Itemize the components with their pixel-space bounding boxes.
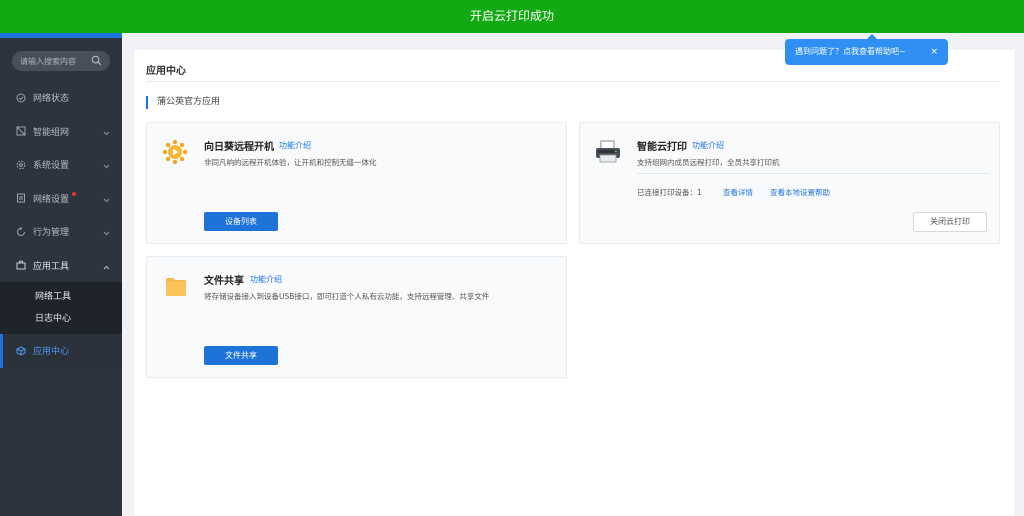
sidebar-item-label: 智能组网: [33, 127, 70, 138]
sidebar-item-network-settings[interactable]: 网络设置: [0, 182, 122, 216]
printer-icon: [594, 140, 622, 167]
sidebar-item-label: 网络状态: [33, 94, 70, 105]
cube-icon: [16, 346, 26, 356]
view-details-link[interactable]: 查看详情: [723, 187, 753, 198]
sidebar-item-system-settings[interactable]: 系统设置: [0, 148, 122, 182]
app-tools-submenu: 网络工具 日志中心: [0, 282, 122, 334]
page-title: 应用中心: [146, 66, 186, 77]
card-title: 向日葵远程开机: [204, 142, 274, 153]
feature-intro-link[interactable]: 功能介绍: [692, 140, 724, 151]
chevron-up-icon: [103, 263, 110, 273]
chevron-down-icon: [103, 129, 110, 139]
submenu-item-network-tools[interactable]: 网络工具: [0, 286, 122, 308]
folder-icon: [165, 277, 187, 300]
card-description: 将存储设备接入到设备USB接口，即可打造个人私有云功能，支持远程管理、共享文件: [204, 292, 490, 301]
success-message: 开启云打印成功: [469, 9, 554, 23]
card-title: 智能云打印: [637, 142, 687, 153]
sidebar-item-smart-networking[interactable]: 智能组网: [0, 115, 122, 149]
sidebar-item-behavior-management[interactable]: 行为管理: [0, 215, 122, 249]
refresh-icon: [16, 226, 26, 237]
toolbox-icon: [16, 260, 26, 270]
sidebar-item-label: 行为管理: [33, 228, 70, 239]
success-notification-bar: 开启云打印成功: [0, 0, 1024, 33]
tooltip-close-icon[interactable]: ×: [930, 39, 938, 65]
app-card-cloud-print: 智能云打印 功能介绍 支持组网内成员远程打印，全员共享打印机 已连接打印设备：1…: [579, 122, 1000, 244]
title-divider: [146, 81, 1000, 82]
card-divider: [637, 173, 990, 174]
main-content: 应用中心 蒲公英官方应用 向日葵远程开机 功能介绍 非同凡响的远程开机体验，让开…: [134, 50, 1014, 516]
sidebar-accent-bar: [0, 33, 122, 38]
submenu-item-log-center[interactable]: 日志中心: [0, 308, 122, 330]
sidebar-search[interactable]: [12, 51, 110, 71]
sidebar-item-label: 应用中心: [33, 347, 70, 358]
document-icon: [16, 193, 26, 203]
chevron-down-icon: [103, 196, 110, 206]
card-title: 文件共享: [204, 276, 244, 287]
sidebar: 网络状态 智能组网 系统设置 网络设置 行为管理 应用工具 网络工具 日志中心 …: [0, 33, 122, 516]
sidebar-item-label: 应用工具: [33, 261, 70, 272]
shield-icon: [16, 93, 26, 103]
sidebar-item-app-center[interactable]: 应用中心: [0, 334, 122, 368]
network-icon: [16, 126, 26, 136]
sidebar-item-app-tools[interactable]: 应用工具: [0, 249, 122, 283]
gear-icon: [16, 160, 26, 170]
notification-dot: [72, 191, 76, 196]
app-card-file-share: 文件共享 功能介绍 将存储设备接入到设备USB接口，即可打造个人私有云功能，支持…: [146, 256, 567, 378]
help-tooltip-text[interactable]: 遇到问题了？点我查看帮助吧~: [795, 47, 906, 56]
card-description: 支持组网内成员远程打印，全员共享打印机: [637, 158, 780, 167]
help-tooltip[interactable]: 遇到问题了？点我查看帮助吧~ ×: [785, 34, 948, 65]
sidebar-item-label: 网络设置: [33, 194, 70, 205]
chevron-down-icon: [103, 229, 110, 239]
search-icon[interactable]: [91, 55, 102, 69]
device-list-button[interactable]: 设备列表: [204, 212, 278, 231]
sidebar-item-network-status[interactable]: 网络状态: [0, 81, 122, 115]
card-description: 非同凡响的远程开机体验，让开机和控制无缝一体化: [204, 158, 377, 167]
section-title: 蒲公英官方应用: [146, 96, 220, 109]
search-input[interactable]: [12, 51, 92, 71]
feature-intro-link[interactable]: 功能介绍: [279, 140, 311, 151]
chevron-down-icon: [103, 162, 110, 172]
sunflower-icon: [162, 139, 188, 168]
file-share-button[interactable]: 文件共享: [204, 346, 278, 365]
sidebar-item-label: 系统设置: [33, 161, 70, 172]
connected-printers-count: 已连接打印设备：1: [637, 188, 702, 197]
disable-cloud-print-button[interactable]: 关闭云打印: [913, 212, 987, 232]
tooltip-arrow: [867, 34, 877, 39]
feature-intro-link[interactable]: 功能介绍: [250, 274, 282, 285]
local-setup-help-link[interactable]: 查看本地设置帮助: [770, 187, 830, 198]
app-card-remote-boot: 向日葵远程开机 功能介绍 非同凡响的远程开机体验，让开机和控制无缝一体化 设备列…: [146, 122, 567, 244]
